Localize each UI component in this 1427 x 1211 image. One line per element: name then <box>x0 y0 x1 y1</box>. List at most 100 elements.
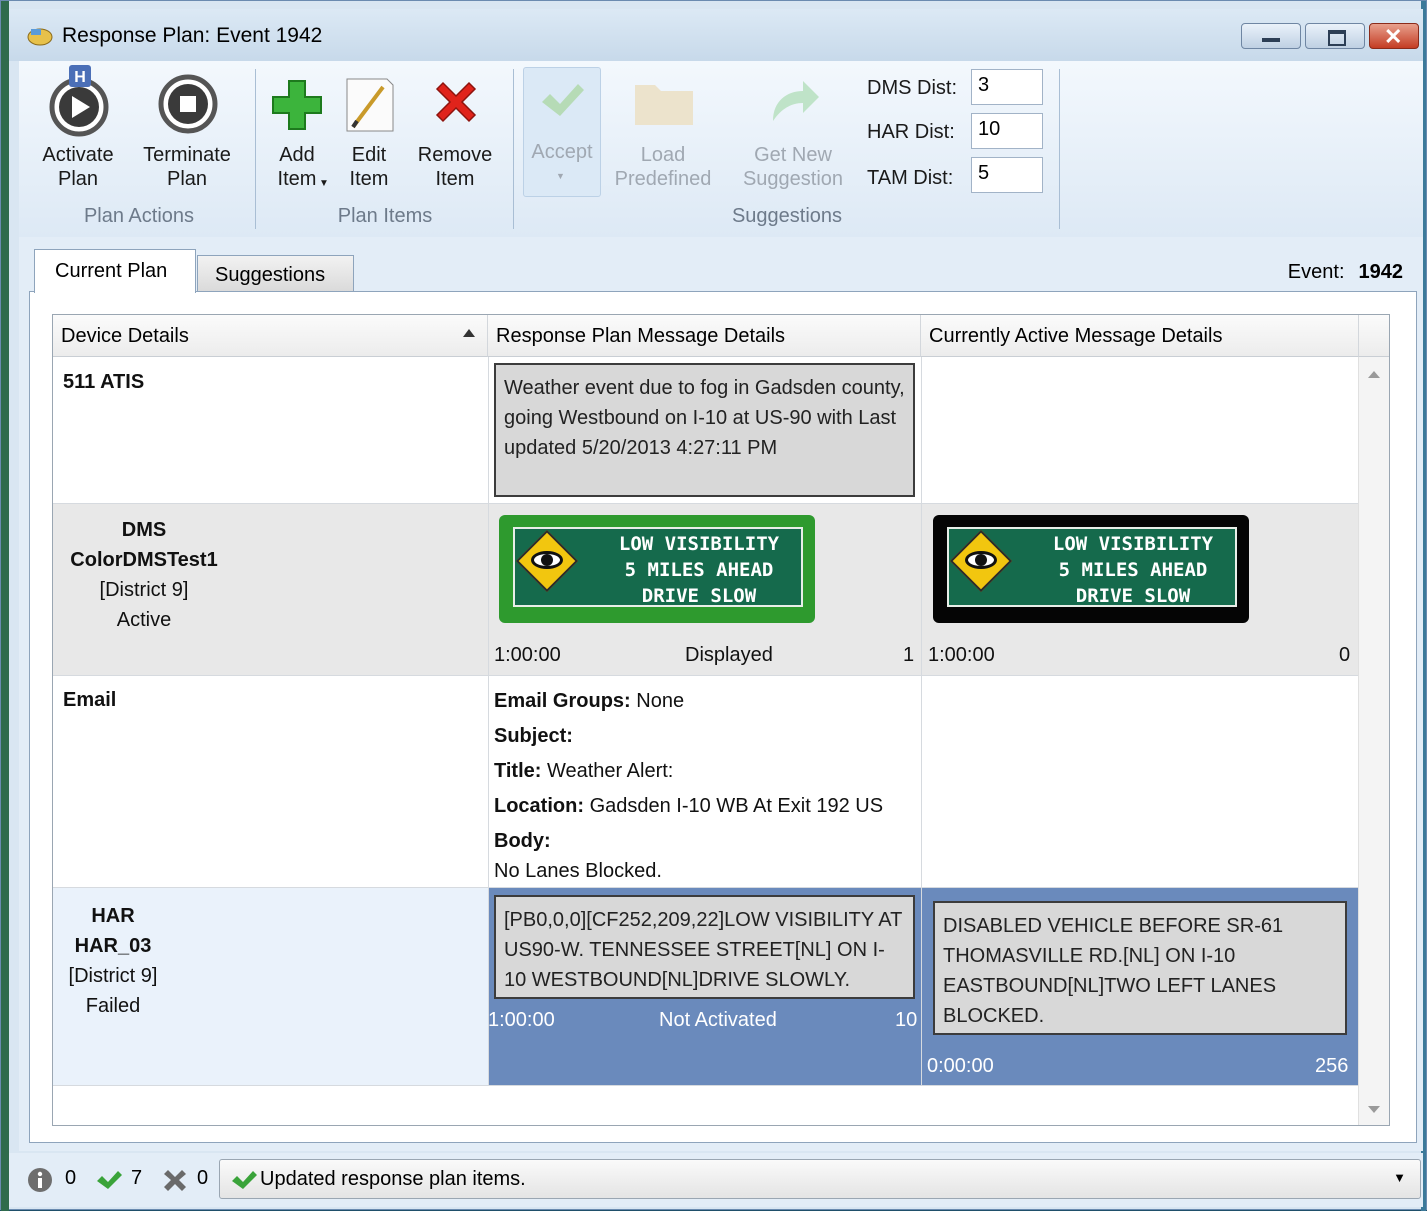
har-dist-label: HAR Dist: <box>867 121 955 143</box>
sign-face: LOW VISIBILITY 5 MILES AHEAD DRIVE SLOW <box>947 527 1237 607</box>
ribbon-separator <box>1059 69 1060 229</box>
ok-count: 7 <box>131 1167 143 1189</box>
title-bar[interactable]: Response Plan: Event 1942 ✕ <box>9 9 1423 61</box>
dms-dist-input[interactable]: 3 <box>971 69 1043 105</box>
chevron-down-icon: ▼ <box>556 171 565 181</box>
ribbon-toolbar: H Activate Plan Terminate Plan Plan Acti… <box>19 61 1423 238</box>
refresh-icon <box>773 81 819 121</box>
device-name: ColorDMSTest1 <box>70 549 218 571</box>
row-divider <box>53 1085 1359 1086</box>
email-title-label: Title: <box>494 760 542 782</box>
checkmark-icon <box>542 84 584 116</box>
column-header-active-message[interactable]: Currently Active Message Details <box>921 315 1359 357</box>
terminate-plan-label: Terminate Plan <box>143 144 231 190</box>
status-message-dropdown[interactable]: Updated response plan items. ▼ <box>219 1159 1421 1199</box>
sign-text: LOW VISIBILITY 5 MILES AHEAD DRIVE SLOW <box>1035 531 1231 609</box>
current-plan-panel: Device Details Response Plan Message Det… <box>29 291 1417 1143</box>
email-title-value: Weather Alert: <box>546 760 674 782</box>
plan-state: Displayed <box>685 644 773 666</box>
info-icon[interactable] <box>27 1167 53 1193</box>
device-status: Failed <box>85 995 141 1017</box>
response-plan-grid: Device Details Response Plan Message Det… <box>52 314 1390 1126</box>
device-name: Email <box>63 689 117 711</box>
tab-current-plan[interactable]: Current Plan <box>34 249 196 293</box>
scroll-down-icon[interactable] <box>1368 1106 1380 1113</box>
device-name: HAR_03 <box>74 935 152 957</box>
terminate-plan-button[interactable]: Terminate Plan <box>137 65 237 195</box>
scroll-up-icon[interactable] <box>1368 371 1380 378</box>
error-icon[interactable] <box>161 1167 189 1193</box>
add-item-button[interactable]: Add Item ▼ <box>263 65 331 195</box>
plan-priority: 10 <box>895 1009 918 1031</box>
column-header-device-details[interactable]: Device Details <box>53 315 488 357</box>
har-dist-input[interactable]: 10 <box>971 113 1043 149</box>
stop-icon <box>158 74 218 134</box>
plan-priority: 1 <box>903 644 915 666</box>
load-predefined-button[interactable]: Load Predefined <box>607 65 719 195</box>
get-new-suggestion-button[interactable]: Get New Suggestion <box>731 65 855 195</box>
edit-icon <box>346 78 394 132</box>
column-header-label: Device Details <box>61 325 189 347</box>
tam-dist-label: TAM Dist: <box>867 167 954 189</box>
desktop-edge <box>1 1 9 1211</box>
ribbon-separator <box>513 69 514 229</box>
plan-message-box[interactable]: Weather event due to fog in Gadsden coun… <box>494 363 915 497</box>
device-district: [District 9] <box>68 965 158 987</box>
info-count: 0 <box>65 1167 77 1189</box>
folder-icon <box>635 85 693 125</box>
eye-pupil <box>975 554 987 566</box>
activate-plan-label: Activate Plan <box>42 144 114 190</box>
error-count: 0 <box>197 1167 209 1189</box>
status-bar: 0 7 0 Updated response plan items. ▼ <box>9 1153 1423 1207</box>
plus-icon <box>272 80 322 130</box>
group-plan-actions: Plan Actions <box>83 205 195 227</box>
column-divider <box>921 357 922 1086</box>
group-suggestions: Suggestions <box>731 205 843 227</box>
plan-state: Not Activated <box>659 1009 777 1031</box>
active-priority: 256 <box>1315 1055 1349 1077</box>
status-message: Updated response plan items. <box>260 1168 526 1190</box>
plan-message-box[interactable]: [PB0,0,0][CF252,209,22]LOW VISIBILITY AT… <box>494 895 915 999</box>
edit-item-button[interactable]: Edit Item <box>337 65 401 195</box>
window-title: Response Plan: Event 1942 <box>62 24 323 47</box>
tab-container: Current Plan Suggestions Event: 1942 Devi… <box>19 237 1423 1151</box>
activate-badge-text: H <box>74 69 86 86</box>
sign-line: 5 MILES AHEAD <box>1058 559 1208 581</box>
maximize-button[interactable] <box>1305 23 1365 49</box>
checkmark-icon <box>232 1171 257 1189</box>
device-name: 511 ATIS <box>63 371 145 393</box>
sign-face: LOW VISIBILITY 5 MILES AHEAD DRIVE SLOW <box>513 527 803 607</box>
sign-line: DRIVE SLOW <box>641 585 757 607</box>
sign-line: LOW VISIBILITY <box>1052 533 1214 555</box>
email-location: Location: Gadsden I-10 WB At Exit 192 US <box>494 792 883 820</box>
device-type: HAR <box>91 905 135 927</box>
email-body: Body: <box>494 827 551 855</box>
vertical-scrollbar[interactable] <box>1358 357 1389 1125</box>
close-button[interactable]: ✕ <box>1369 23 1419 49</box>
event-label: Event: <box>1287 261 1345 283</box>
remove-item-button[interactable]: Remove Item <box>409 65 501 195</box>
dms-sign-preview-active[interactable]: LOW VISIBILITY 5 MILES AHEAD DRIVE SLOW <box>933 515 1249 623</box>
chevron-down-icon: ▼ <box>1393 1170 1406 1185</box>
play-icon: H <box>49 65 109 137</box>
minimize-button[interactable] <box>1241 23 1301 49</box>
tam-dist-input[interactable]: 5 <box>971 157 1043 193</box>
sort-ascending-icon <box>463 329 475 337</box>
column-header-plan-message[interactable]: Response Plan Message Details <box>488 315 921 357</box>
dms-dist-label: DMS Dist: <box>867 77 957 99</box>
email-body-value: No Lanes Blocked. <box>494 860 662 882</box>
remove-item-label: Remove Item <box>417 144 493 190</box>
device-district: [District 9] <box>99 579 189 601</box>
checkmark-icon[interactable] <box>95 1169 123 1191</box>
email-groups-label: Email Groups: <box>494 690 631 712</box>
sign-line: DRIVE SLOW <box>1075 585 1191 607</box>
column-divider <box>488 357 489 1086</box>
tab-suggestions[interactable]: Suggestions <box>197 255 354 293</box>
active-message-box[interactable]: DISABLED VEHICLE BEFORE SR-61 THOMASVILL… <box>933 901 1347 1035</box>
minimize-icon <box>1262 38 1280 42</box>
email-title: Title: Weather Alert: <box>494 757 673 785</box>
dms-sign-preview-plan[interactable]: LOW VISIBILITY 5 MILES AHEAD DRIVE SLOW <box>499 515 815 623</box>
accept-button[interactable]: Accept ▼ <box>523 67 601 197</box>
activate-plan-button[interactable]: H Activate Plan <box>35 65 121 195</box>
table-row[interactable] <box>53 676 1359 887</box>
